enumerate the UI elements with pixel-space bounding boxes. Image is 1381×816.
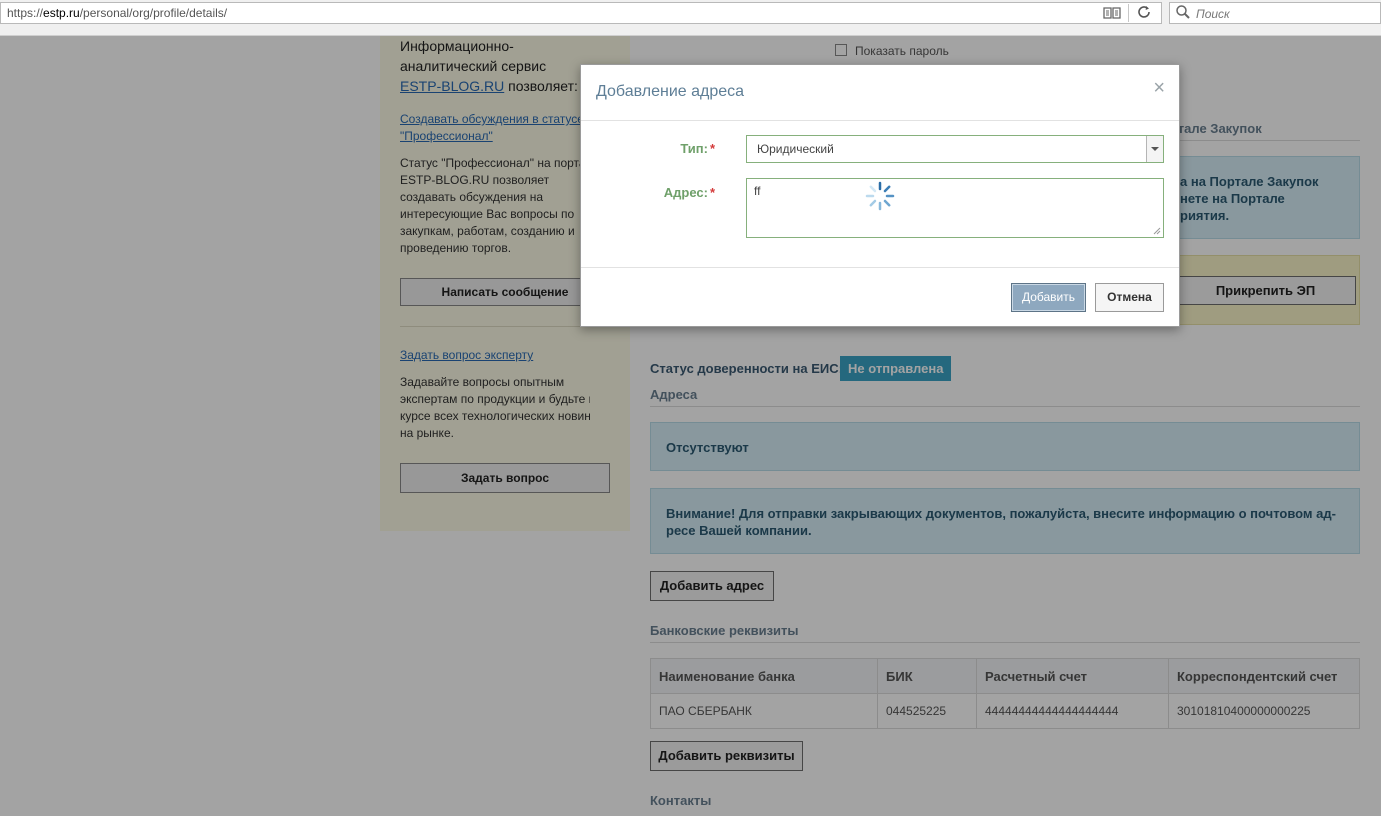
required-mark: * — [709, 141, 715, 156]
add-address-dialog: Добавление адреса × Тип: * Юридический Ад… — [580, 64, 1180, 327]
dialog-title: Добавление адреса — [596, 83, 745, 100]
add-button[interactable]: Добавить — [1011, 283, 1086, 312]
type-label: Тип: * — [680, 141, 715, 156]
address-textarea[interactable]: ff — [746, 178, 1164, 238]
type-label-text: Тип: — [680, 141, 708, 156]
browser-toolbar: https://estp.ru/personal/org/profile/det… — [0, 0, 1381, 36]
reader-view-icon[interactable] — [1103, 5, 1121, 21]
address-textarea-value: ff — [754, 184, 761, 198]
dialog-header-divider — [581, 120, 1179, 121]
search-icon — [1175, 4, 1191, 20]
address-bar[interactable]: https://estp.ru/personal/org/profile/det… — [0, 2, 1162, 24]
resize-grip-icon[interactable] — [1153, 227, 1161, 235]
type-select[interactable]: Юридический — [746, 135, 1164, 163]
address-bar-url[interactable]: https://estp.ru/personal/org/profile/det… — [7, 6, 227, 20]
address-label: Адрес: * — [664, 185, 715, 200]
required-mark: * — [709, 185, 715, 200]
loading-spinner-icon — [865, 181, 895, 211]
url-path: /personal/org/profile/details/ — [79, 6, 228, 20]
dialog-footer-divider — [581, 267, 1179, 268]
chevron-down-icon[interactable] — [1146, 136, 1163, 162]
address-label-text: Адрес: — [663, 185, 708, 200]
search-placeholder: Поиск — [1196, 7, 1230, 21]
cancel-button[interactable]: Отмена — [1095, 283, 1164, 312]
reload-icon[interactable] — [1135, 4, 1153, 22]
url-scheme: https:// — [7, 6, 44, 20]
url-domain: estp.ru — [43, 6, 80, 20]
close-icon[interactable]: × — [1153, 77, 1165, 100]
type-select-value: Юридический — [757, 142, 834, 156]
browser-search-box[interactable]: Поиск — [1169, 2, 1381, 24]
address-bar-separator — [1128, 4, 1129, 22]
